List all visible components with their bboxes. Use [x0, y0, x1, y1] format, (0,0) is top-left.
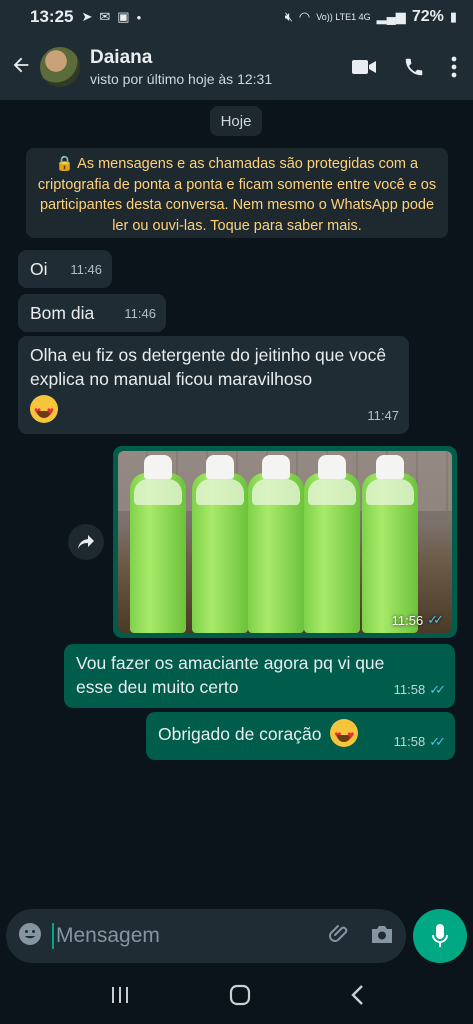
heart-eyes-emoji: [30, 395, 58, 423]
chat-header: Daiana visto por último hoje às 12:31: [0, 34, 473, 100]
status-bar: 13:25 ➤ ✉ ▣ • 🔇︎ ◠ Vo)) LTE1 4G ▂▄▆ 72% …: [0, 0, 473, 34]
message-text: Vou fazer os amaciante agora pq vi que e…: [76, 653, 385, 697]
forward-icon[interactable]: [68, 524, 104, 560]
message-input[interactable]: Mensagem: [56, 924, 160, 948]
read-ticks-icon: ✓✓: [427, 612, 444, 627]
back-nav-icon[interactable]: [350, 984, 364, 1011]
read-ticks-icon: ✓✓: [429, 682, 446, 697]
back-arrow-icon[interactable]: [10, 52, 36, 83]
mute-icon: 🔇︎: [284, 9, 293, 24]
network-label: Vo)) LTE1 4G: [316, 12, 371, 22]
encryption-notice[interactable]: 🔒 As mensagens e as chamadas são protegi…: [26, 148, 448, 238]
avatar[interactable]: [40, 47, 80, 87]
message-bubble[interactable]: Olha eu fiz os detergente do jeitinho qu…: [18, 336, 409, 434]
app-icon: ▣: [117, 9, 130, 24]
system-nav-bar: [0, 970, 473, 1024]
dot-icon: •: [136, 9, 142, 25]
contact-info[interactable]: Daiana visto por último hoje às 12:31: [90, 47, 272, 87]
status-time: 13:25: [30, 7, 74, 26]
message-bubble[interactable]: Bom dia 11:46: [18, 294, 166, 332]
message-time: 11:58 ✓✓: [394, 730, 446, 754]
heart-eyes-emoji: [330, 719, 359, 748]
video-call-icon[interactable]: [351, 57, 377, 77]
telegram-icon: ➤: [81, 9, 93, 24]
last-seen: visto por último hoje às 12:31: [90, 71, 273, 87]
microphone-icon: [432, 924, 448, 947]
wifi-icon: ◠: [298, 9, 311, 24]
message-bubble[interactable]: Obrigado de coração 11:58 ✓✓: [146, 712, 455, 760]
message-bubble[interactable]: Vou fazer os amaciante agora pq vi que e…: [64, 644, 455, 708]
battery-icon: ▮: [449, 9, 457, 24]
message-time: 11:47: [367, 408, 399, 423]
date-divider: Hoje: [210, 106, 262, 136]
message-text: Olha eu fiz os detergente do jeitinho qu…: [30, 345, 387, 389]
microphone-button[interactable]: [413, 909, 467, 963]
camera-icon[interactable]: [370, 923, 394, 950]
detergent-bottles-photo[interactable]: [118, 451, 452, 633]
chat-area[interactable]: Hoje 🔒 As mensagens e as chamadas são pr…: [0, 100, 473, 908]
message-time: 11:46: [124, 306, 156, 321]
message-time: 11:58 ✓✓: [394, 678, 446, 702]
message-time: 11:46: [70, 262, 102, 277]
home-icon[interactable]: [229, 984, 251, 1011]
mail-icon: ✉: [99, 9, 111, 24]
battery-level: 72%: [411, 8, 444, 25]
notification-icons: ➤ ✉ ▣ •: [81, 9, 141, 25]
recents-icon[interactable]: [110, 985, 130, 1010]
signal-icon: ▂▄▆: [376, 9, 406, 24]
contact-name: Daiana: [90, 47, 153, 68]
message-composer[interactable]: Mensagem: [6, 909, 406, 963]
image-message[interactable]: 11:56 ✓✓: [113, 446, 457, 638]
status-right: 🔇︎ ◠ Vo)) LTE1 4G ▂▄▆ 72% ▮: [285, 8, 457, 26]
phone-icon[interactable]: [403, 56, 425, 78]
text-caret: [52, 923, 54, 949]
read-ticks-icon: ✓✓: [429, 734, 446, 749]
attach-icon[interactable]: [328, 922, 352, 951]
more-vert-icon[interactable]: [451, 56, 457, 78]
message-time: 11:56 ✓✓: [392, 612, 444, 628]
message-text: Obrigado de coração: [158, 724, 322, 744]
message-bubble[interactable]: Oi 11:46: [18, 250, 112, 288]
emoji-icon[interactable]: [18, 922, 42, 951]
